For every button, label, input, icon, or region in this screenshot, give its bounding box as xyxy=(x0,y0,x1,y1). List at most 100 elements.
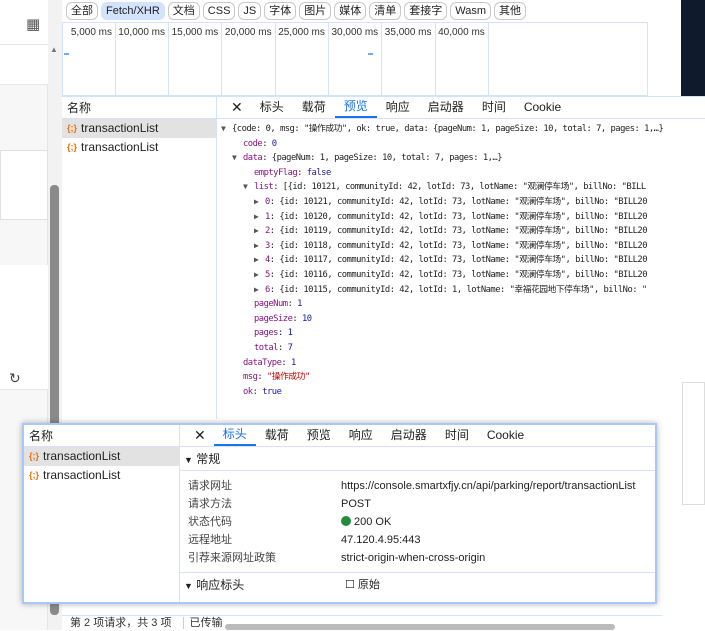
filter-button[interactable]: 媒体 xyxy=(334,2,367,20)
background-card xyxy=(682,382,705,505)
tab[interactable]: 时间 xyxy=(436,425,478,446)
collapsed-triangle-icon[interactable]: ▶ xyxy=(254,195,265,210)
background-app xyxy=(681,0,705,105)
response-headers-section[interactable]: ▼ 响应标头 ☐ 原始 xyxy=(180,573,655,597)
tab[interactable]: Cookie xyxy=(478,425,533,446)
filter-button[interactable]: 图片 xyxy=(299,2,332,20)
popup-request-detail: ✕ 标头 载荷 预览 响应 启动器 时间 Cookie ▼ 常规 请求网址 https://c… xyxy=(180,425,655,602)
general-section-header[interactable]: ▼ 常规 xyxy=(180,447,655,471)
status-ok-icon xyxy=(341,516,351,526)
expanded-triangle-icon[interactable]: ▼ xyxy=(243,180,254,195)
tab[interactable]: 预览 xyxy=(334,97,377,118)
json-list-item[interactable]: ▶ 4: {id: 10117, communityId: 42, lotId: … xyxy=(221,253,705,268)
request-row[interactable]: {;} transactionList xyxy=(62,138,216,157)
collapsed-triangle-icon[interactable]: ▶ xyxy=(254,253,265,268)
filter-button[interactable]: Fetch/XHR xyxy=(101,2,165,20)
json-total: total: 7 xyxy=(254,342,293,353)
json-root[interactable]: ▼ {code: 0, msg: "操作成功", ok: true, data: … xyxy=(221,122,705,137)
detail-tabs: ✕ 标头 载荷 预览 响应 启动器 时间 Cookie xyxy=(217,97,705,119)
filter-button[interactable]: JS xyxy=(238,2,262,20)
filter-button[interactable]: 套接字 xyxy=(404,2,448,20)
horizontal-scrollbar[interactable] xyxy=(225,624,615,630)
popup-request-list: 名称 {;} transactionList {;} transactionList xyxy=(24,425,180,602)
tab[interactable]: 时间 xyxy=(473,97,515,118)
timeline-tick: 25,000 ms xyxy=(276,23,329,95)
json-list[interactable]: ▼ list: [{id: 10121, communityId: 42, lot… xyxy=(221,180,705,195)
filter-button[interactable]: 其他 xyxy=(494,2,527,20)
general-value[interactable]: https://console.smartxfjy.cn/api/parking… xyxy=(341,477,651,495)
expanded-triangle-icon[interactable]: ▼ xyxy=(232,151,243,166)
timeline-tick: 40,000 ms xyxy=(436,23,489,95)
json-list-item[interactable]: ▶ 3: {id: 10118, communityId: 42, lotId: … xyxy=(221,239,705,254)
filter-button[interactable]: CSS xyxy=(202,2,236,20)
json-pages: pages: 1 xyxy=(254,328,293,339)
filter-button[interactable]: 字体 xyxy=(264,2,297,20)
raw-checkbox[interactable]: ☐ 原始 xyxy=(345,573,380,597)
filter-button[interactable]: 清单 xyxy=(369,2,402,20)
detail-tabs: ✕ 标头 载荷 预览 响应 启动器 时间 Cookie xyxy=(180,425,655,447)
request-detail: ✕ 标头 载荷 预览 响应 启动器 时间 Cookie ▼ {code: 0, msg: "操… xyxy=(217,97,705,419)
tab[interactable]: 响应 xyxy=(340,425,382,446)
scroll-up-icon[interactable]: ▲ xyxy=(50,45,58,54)
request-bar[interactable] xyxy=(368,53,373,55)
timeline-tick: 5,000 ms xyxy=(63,23,116,95)
name-column-header[interactable]: 名称 xyxy=(24,425,179,447)
json-list-item[interactable]: ▶ 2: {id: 10119, communityId: 42, lotId: … xyxy=(221,224,705,239)
transferred-size: 已传输 xyxy=(182,617,223,629)
json-data[interactable]: ▼ data: {pageNum: 1, pageSize: 10, total:… xyxy=(221,151,705,166)
tab[interactable]: 载荷 xyxy=(256,425,298,446)
tab[interactable]: 响应 xyxy=(377,97,419,118)
timeline-tick: 15,000 ms xyxy=(169,23,223,95)
json-list-item[interactable]: ▶ 1: {id: 10120, communityId: 42, lotId: … xyxy=(221,210,705,225)
general-label: 请求方法 xyxy=(188,498,232,510)
request-row[interactable]: {;} transactionList xyxy=(24,447,179,466)
timeline-tick: 10,000 ms xyxy=(116,23,169,95)
json-list-item[interactable]: ▶ 0: {id: 10121, communityId: 42, lotId: … xyxy=(221,195,705,210)
collapsed-triangle-icon[interactable]: ▶ xyxy=(254,283,265,298)
general-label: 状态代码 xyxy=(188,516,232,528)
tab[interactable]: 启动器 xyxy=(382,425,436,446)
json-file-icon: {;} xyxy=(29,451,40,461)
tab[interactable]: 标头 xyxy=(213,425,256,446)
filter-button[interactable]: Wasm xyxy=(450,2,492,20)
filter-button[interactable]: 文档 xyxy=(167,2,200,20)
tab[interactable]: 启动器 xyxy=(419,97,473,118)
expanded-triangle-icon[interactable]: ▼ xyxy=(221,122,232,137)
collapsed-triangle-icon[interactable]: ▶ xyxy=(254,268,265,283)
tab[interactable]: 预览 xyxy=(298,425,340,446)
request-row[interactable]: {;} transactionList xyxy=(62,119,216,138)
expanded-triangle-icon: ▼ xyxy=(184,581,193,591)
grid-icon[interactable]: ▦ xyxy=(26,15,40,33)
tab[interactable]: Cookie xyxy=(515,97,570,118)
filter-button[interactable]: 全部 xyxy=(66,2,98,20)
request-row[interactable]: {;} transactionList xyxy=(24,466,179,485)
collapsed-triangle-icon[interactable]: ▶ xyxy=(254,224,265,239)
background-window xyxy=(648,0,705,105)
json-pagenum: pageNum: 1 xyxy=(254,299,302,310)
collapsed-triangle-icon[interactable]: ▶ xyxy=(254,210,265,225)
timeline-tick: 30,000 ms xyxy=(329,23,383,95)
tab[interactable]: 载荷 xyxy=(293,97,335,118)
name-column-header[interactable]: 名称 xyxy=(62,97,216,119)
json-code: code: 0 xyxy=(243,138,277,149)
general-value[interactable]: 200 OK xyxy=(341,513,651,531)
expanded-triangle-icon: ▼ xyxy=(184,455,193,465)
general-value[interactable]: strict-origin-when-cross-origin xyxy=(341,549,651,567)
json-pagesize: pageSize: 10 xyxy=(254,313,312,324)
request-list: 名称 {;} transactionList {;} transactionList xyxy=(62,97,217,419)
refresh-icon[interactable]: ↻ xyxy=(9,370,21,387)
general-value[interactable]: POST xyxy=(341,495,651,513)
timeline-overview[interactable]: 5,000 ms 10,000 ms 15,000 ms 20,000 ms 25,00… xyxy=(62,22,648,96)
general-label: 引荐来源网址政策 xyxy=(188,552,276,564)
close-icon[interactable]: ✕ xyxy=(186,427,214,444)
general-row: 引荐来源网址政策 strict-origin-when-cross-origin xyxy=(180,549,655,567)
general-value[interactable]: 47.120.4.95:443 xyxy=(341,531,651,549)
request-bar[interactable] xyxy=(64,53,69,55)
collapsed-triangle-icon[interactable]: ▶ xyxy=(254,239,265,254)
close-icon[interactable]: ✕ xyxy=(223,99,251,116)
json-list-item[interactable]: ▶ 6: {id: 10115, communityId: 42, lotId: … xyxy=(221,283,705,298)
json-list-item[interactable]: ▶ 5: {id: 10116, communityId: 42, lotId: … xyxy=(221,268,705,283)
tab[interactable]: 标头 xyxy=(251,97,293,118)
general-row: 远程地址 47.120.4.95:443 xyxy=(180,531,655,549)
filter-bar: 全部 Fetch/XHR 文档 CSS JS 字体 图片 媒体 清单 套接字 Wasm 其他 xyxy=(62,0,648,22)
